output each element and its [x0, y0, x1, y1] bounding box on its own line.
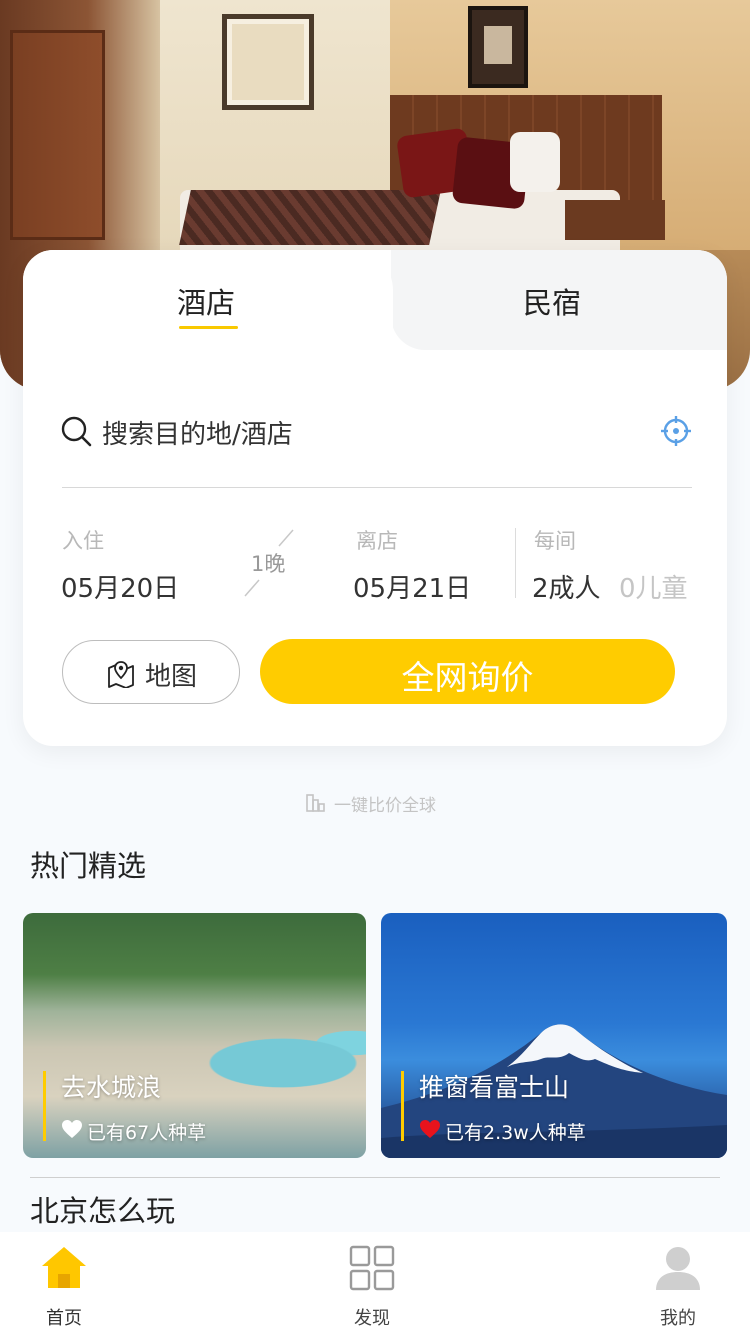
- heart-filled-icon[interactable]: [419, 1119, 441, 1139]
- slogan-text: 一键比价全球: [334, 796, 436, 816]
- section-divider: [30, 1177, 720, 1178]
- hero-nightstand: [565, 200, 665, 240]
- hot-section-title: 热门精选: [30, 849, 147, 883]
- tabbar-discover-label: 发现: [354, 1308, 390, 1329]
- nights-count: 1晚: [251, 552, 286, 576]
- guests-label: 每间: [534, 529, 576, 553]
- user-icon: [656, 1247, 700, 1290]
- search-price-button[interactable]: 全网询价: [260, 639, 675, 704]
- search-price-label: 全网询价: [401, 658, 534, 697]
- map-button-label: 地图: [145, 662, 198, 692]
- guests-adults[interactable]: 2成人: [532, 568, 601, 605]
- feature-like-count: 已有2.3w人种草: [445, 1122, 586, 1144]
- tab-homestay[interactable]: 民宿: [523, 280, 581, 322]
- feature-like-count: 已有67人种草: [87, 1122, 207, 1144]
- buildings-icon: [306, 794, 325, 812]
- hero-picture-frame: [468, 6, 528, 88]
- hero-painting: [222, 14, 314, 110]
- tab-hotel[interactable]: 酒店: [177, 280, 235, 322]
- feature-accent-bar: [401, 1071, 404, 1141]
- tabbar-profile[interactable]: 我的: [618, 1232, 738, 1334]
- checkin-label: 入住: [62, 529, 104, 553]
- guests-separator: [515, 528, 516, 598]
- checkout-label: 离店: [356, 529, 398, 553]
- feature-title: 推窗看富士山: [419, 1073, 570, 1102]
- home-icon: [42, 1247, 86, 1288]
- grid-icon: [349, 1245, 395, 1291]
- locate-icon[interactable]: [660, 415, 692, 447]
- hero-bed-runner: [179, 190, 441, 245]
- tabbar-discover[interactable]: 发现: [312, 1232, 432, 1334]
- tabbar-profile-label: 我的: [660, 1308, 696, 1329]
- tab-active-indicator: [179, 326, 238, 329]
- checkin-date[interactable]: 05月20日: [61, 568, 179, 605]
- map-button[interactable]: 地图: [62, 640, 240, 704]
- feature-title: 去水城浪: [61, 1073, 162, 1102]
- search-icon: [61, 416, 92, 447]
- bottom-tab-bar: 首页 发现 我的: [0, 1232, 750, 1334]
- beijing-section-title: 北京怎么玩: [30, 1194, 176, 1228]
- booking-card: 酒店 民宿 搜索目的地/酒店 入住 05月20日 1晚 离店 05月21日 每间…: [23, 250, 727, 746]
- map-pin-icon: [108, 661, 134, 688]
- heart-outline-icon[interactable]: [61, 1119, 83, 1139]
- search-field[interactable]: 搜索目的地/酒店: [60, 410, 692, 454]
- hero-pillow: [510, 132, 560, 192]
- hero-door: [10, 30, 105, 240]
- tabbar-home[interactable]: 首页: [4, 1232, 124, 1334]
- search-placeholder: 搜索目的地/酒店: [102, 420, 293, 450]
- feature-card-mount-fuji[interactable]: 推窗看富士山 已有2.3w人种草: [381, 913, 727, 1158]
- guests-children[interactable]: 0儿童: [619, 568, 688, 605]
- checkout-date[interactable]: 05月21日: [353, 568, 471, 605]
- tabbar-home-label: 首页: [46, 1308, 82, 1329]
- search-divider: [62, 487, 692, 488]
- feature-card-water-town[interactable]: 去水城浪 已有67人种草: [23, 913, 366, 1158]
- feature-accent-bar: [43, 1071, 46, 1141]
